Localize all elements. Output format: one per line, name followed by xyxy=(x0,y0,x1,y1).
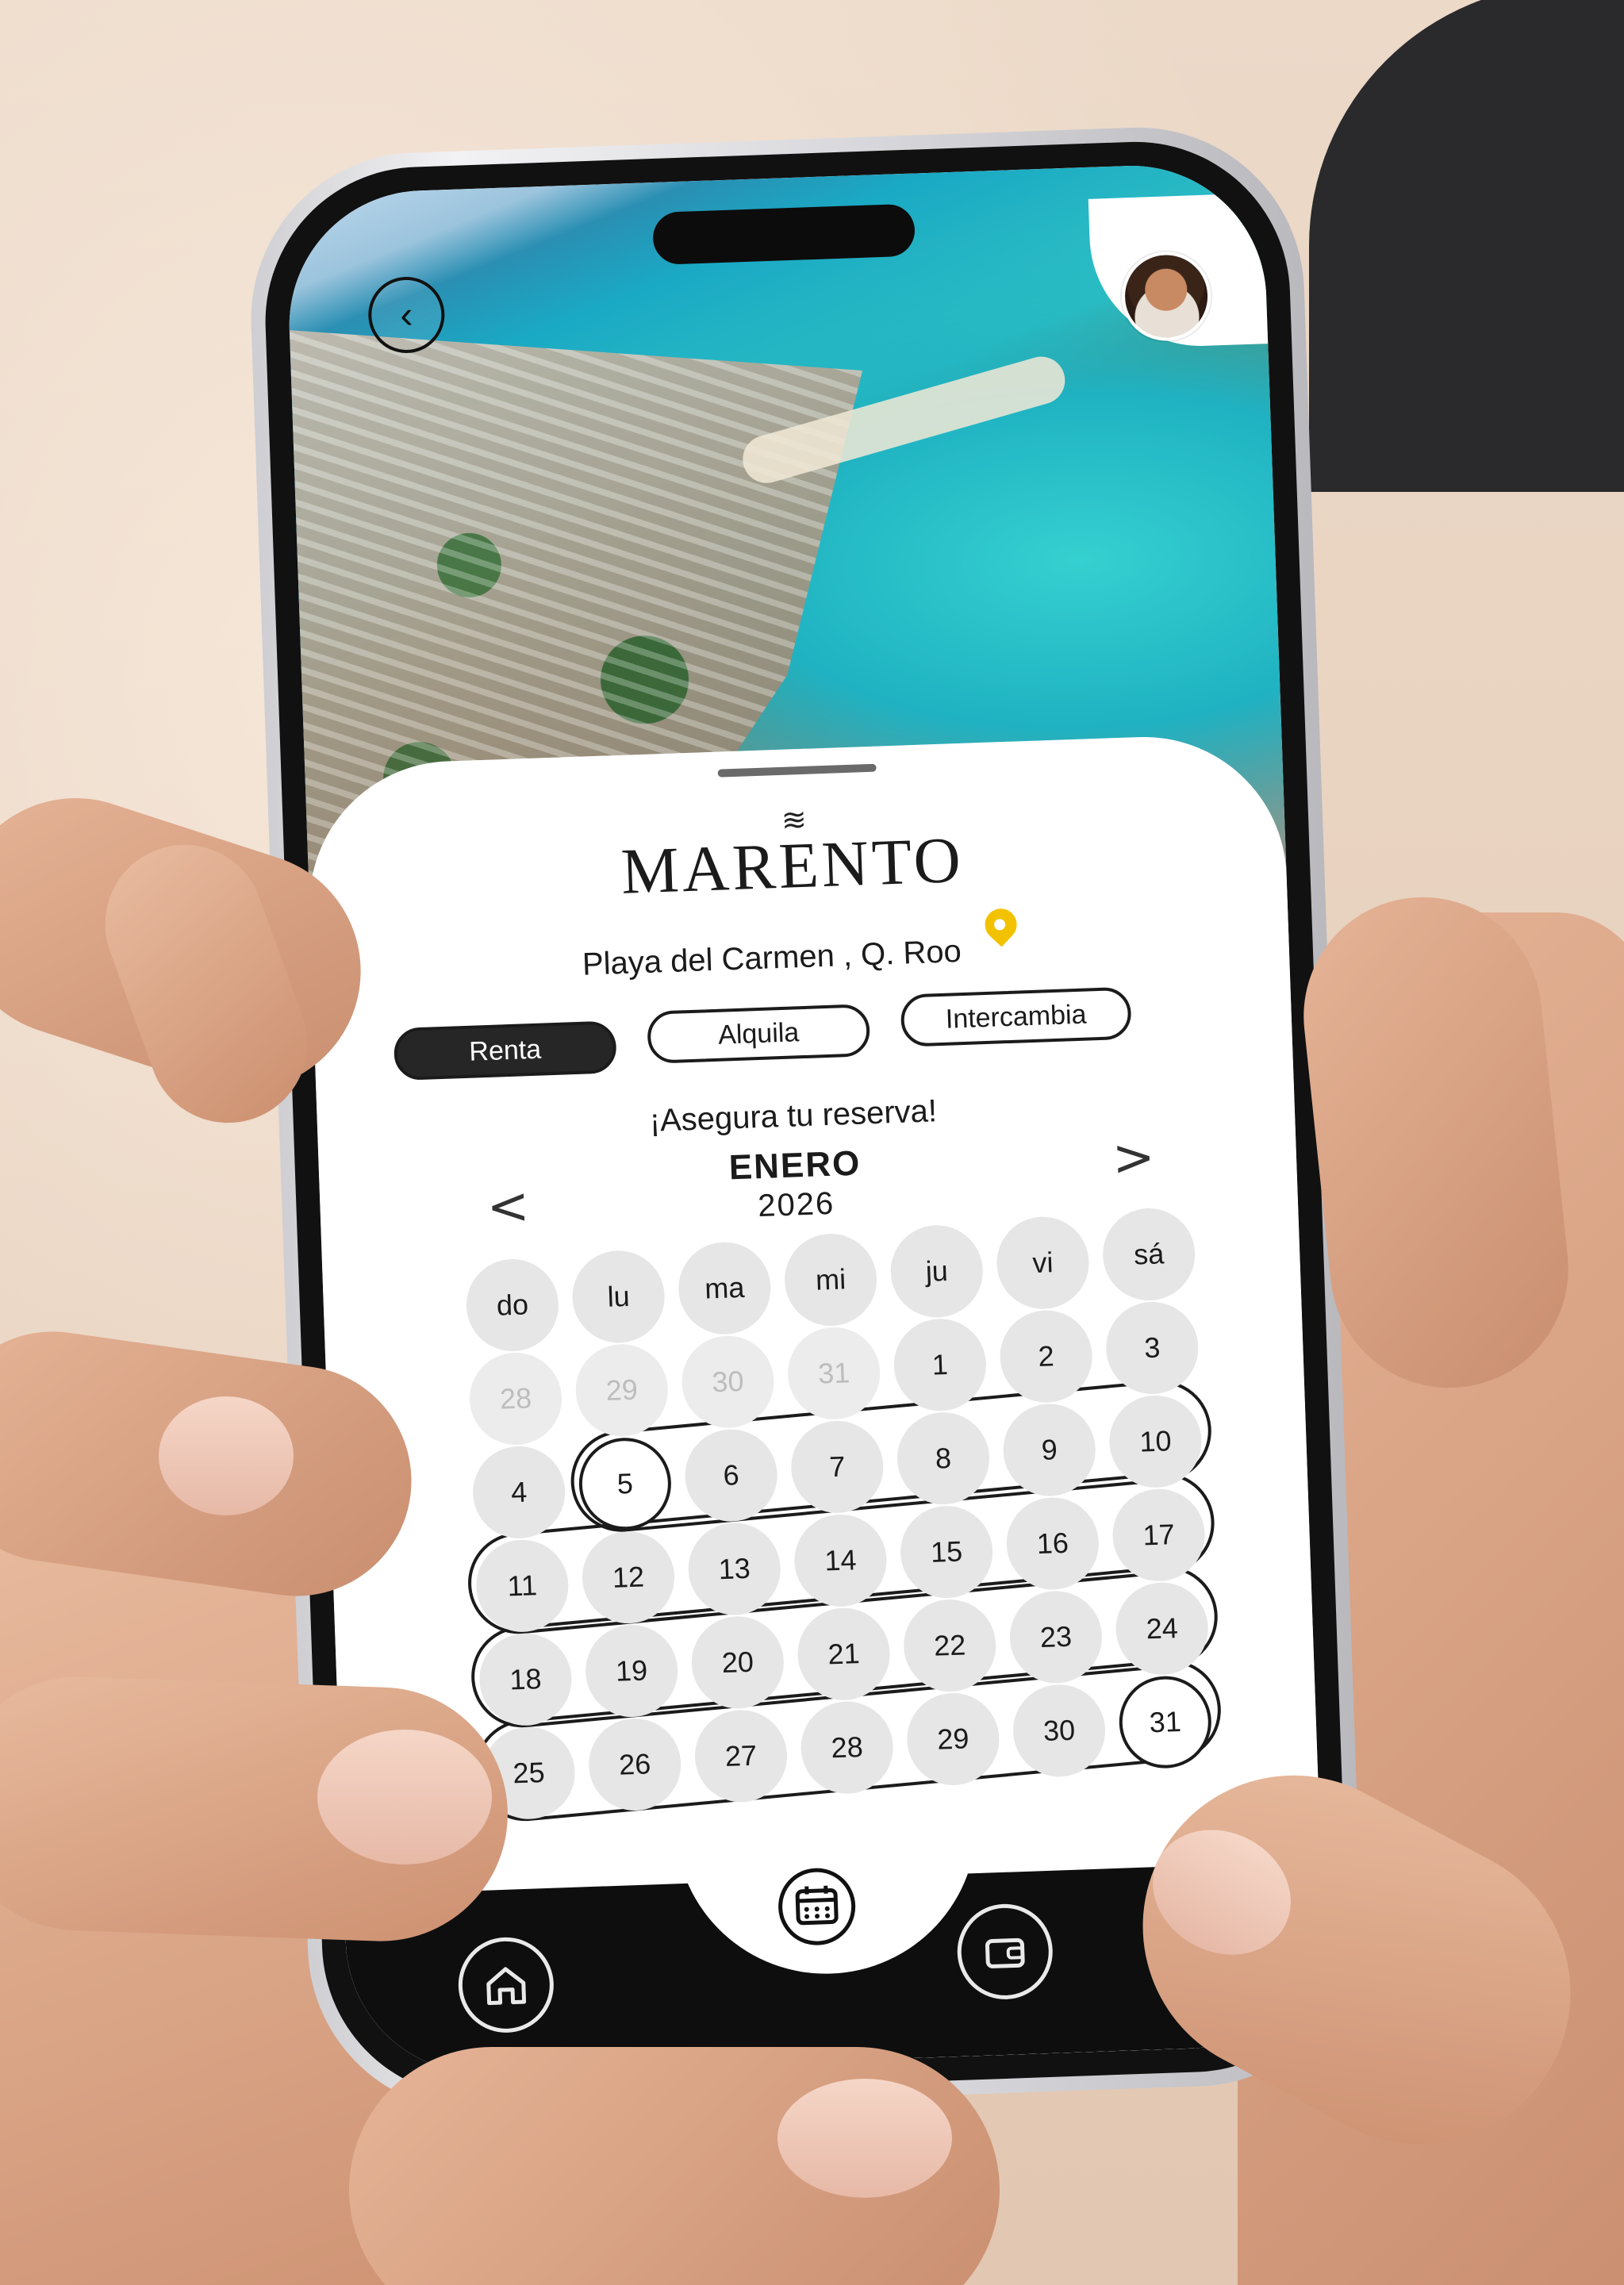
left-nail-middle xyxy=(159,1396,294,1515)
photo-scene: ‹ ≋ MARENTO Playa del Carmen , Q. Roo Re… xyxy=(0,0,1624,2285)
calendar-icon xyxy=(778,1868,856,1945)
prev-month-button[interactable]: < xyxy=(486,1177,530,1237)
tab-renta-label: Renta xyxy=(468,1034,542,1067)
home-icon xyxy=(486,1967,527,2006)
left-thumb-nail xyxy=(777,2079,952,2198)
left-nail-lower xyxy=(317,1730,492,1864)
tab-intercambia[interactable]: Intercambia xyxy=(900,986,1132,1047)
next-month-button[interactable]: > xyxy=(1111,1128,1156,1189)
back-arrow-icon: ‹ xyxy=(399,294,414,336)
dynamic-island xyxy=(651,203,916,266)
tab-alquila[interactable]: Alquila xyxy=(647,1004,871,1064)
tab-intercambia-label: Intercambia xyxy=(945,999,1088,1035)
tab-renta[interactable]: Renta xyxy=(393,1020,617,1081)
tab-alquila-label: Alquila xyxy=(717,1016,800,1050)
wallet-icon xyxy=(985,1937,1025,1968)
